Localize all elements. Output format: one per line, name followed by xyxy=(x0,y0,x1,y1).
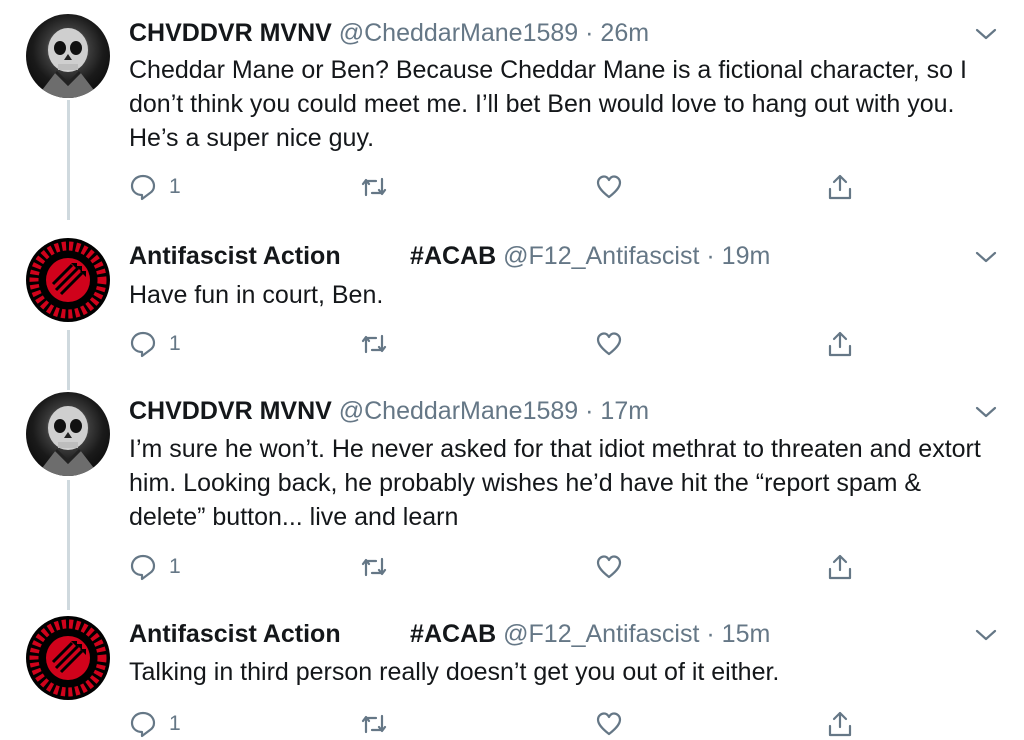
retweet-button[interactable] xyxy=(360,328,388,360)
display-name[interactable]: Antifascist Action #ACAB xyxy=(129,620,496,648)
separator: · xyxy=(585,397,594,425)
tweet-text: Cheddar Mane or Ben? Because Cheddar Man… xyxy=(129,56,967,152)
retweet-button[interactable] xyxy=(360,171,388,203)
tweet[interactable]: Antifascist Action #ACAB @F12_Antifascis… xyxy=(0,610,1024,738)
share-icon xyxy=(828,711,852,737)
timestamp[interactable]: 26m xyxy=(600,19,649,47)
reply-button[interactable]: 1 xyxy=(129,708,181,740)
tweet[interactable]: CHVDDVR MVNV @CheddarMane1589 · 26m Ched… xyxy=(0,0,1024,230)
chevron-down-icon[interactable] xyxy=(974,625,998,645)
tweet-text: Have fun in court, Ben. xyxy=(129,281,384,309)
like-button[interactable] xyxy=(595,551,623,583)
reply-icon xyxy=(130,711,156,738)
retweet-button[interactable] xyxy=(360,708,388,740)
reply-icon xyxy=(130,174,156,201)
separator: · xyxy=(706,620,715,648)
avatar[interactable] xyxy=(26,392,110,476)
like-button[interactable] xyxy=(595,328,623,360)
share-icon xyxy=(828,554,852,580)
share-button[interactable] xyxy=(826,328,854,360)
timestamp[interactable]: 15m xyxy=(722,620,771,648)
reply-icon xyxy=(130,331,156,358)
heart-icon xyxy=(596,175,622,199)
reply-count: 1 xyxy=(169,175,181,198)
user-handle[interactable]: @CheddarMane1589 xyxy=(339,397,578,425)
share-icon xyxy=(828,174,852,200)
like-button[interactable] xyxy=(595,171,623,203)
share-icon xyxy=(828,331,852,357)
user-handle[interactable]: @CheddarMane1589 xyxy=(339,19,578,47)
reply-button[interactable]: 1 xyxy=(129,328,181,360)
share-button[interactable] xyxy=(826,551,854,583)
tweet-text: I’m sure he won’t. He never asked for th… xyxy=(129,435,981,531)
tweet[interactable]: CHVDDVR MVNV @CheddarMane1589 · 17m I’m … xyxy=(0,380,1024,610)
reply-button[interactable]: 1 xyxy=(129,171,181,203)
separator: · xyxy=(706,242,715,270)
heart-icon xyxy=(596,332,622,356)
chevron-down-icon[interactable] xyxy=(974,24,998,44)
share-button[interactable] xyxy=(826,708,854,740)
separator: · xyxy=(585,19,594,47)
user-handle[interactable]: @F12_Antifascist xyxy=(503,620,699,648)
chevron-down-icon[interactable] xyxy=(974,402,998,422)
retweet-icon xyxy=(361,334,387,354)
skull-avatar-image xyxy=(36,406,100,476)
heart-icon xyxy=(596,712,622,736)
user-handle[interactable]: @F12_Antifascist xyxy=(503,242,699,270)
timestamp[interactable]: 19m xyxy=(722,242,771,270)
timestamp[interactable]: 17m xyxy=(600,397,649,425)
antifa-logo-avatar-image xyxy=(29,241,107,319)
tweet-header: CHVDDVR MVNV @CheddarMane1589 · 17m xyxy=(129,396,649,426)
tweet-header: Antifascist Action #ACAB @F12_Antifascis… xyxy=(129,241,770,271)
reply-icon xyxy=(130,554,156,581)
tweet-text: Talking in third person really doesn’t g… xyxy=(129,658,780,686)
reply-count: 1 xyxy=(169,555,181,578)
chevron-down-icon[interactable] xyxy=(974,247,998,267)
retweet-icon xyxy=(361,557,387,577)
display-name[interactable]: Antifascist Action #ACAB xyxy=(129,242,496,270)
skull-avatar-image xyxy=(36,28,100,98)
display-name[interactable]: CHVDDVR MVNV xyxy=(129,397,332,425)
tweet-header: CHVDDVR MVNV @CheddarMane1589 · 26m xyxy=(129,18,649,48)
avatar[interactable] xyxy=(26,14,110,98)
antifa-logo-avatar-image xyxy=(29,619,107,697)
reply-count: 1 xyxy=(169,712,181,735)
share-button[interactable] xyxy=(826,171,854,203)
retweet-icon xyxy=(361,177,387,197)
tweet[interactable]: Antifascist Action #ACAB @F12_Antifascis… xyxy=(0,230,1024,380)
tweet-header: Antifascist Action #ACAB @F12_Antifascis… xyxy=(129,619,770,649)
avatar[interactable] xyxy=(26,616,110,700)
reply-button[interactable]: 1 xyxy=(129,551,181,583)
avatar[interactable] xyxy=(26,238,110,322)
like-button[interactable] xyxy=(595,708,623,740)
display-name[interactable]: CHVDDVR MVNV xyxy=(129,19,332,47)
retweet-icon xyxy=(361,714,387,734)
retweet-button[interactable] xyxy=(360,551,388,583)
heart-icon xyxy=(596,555,622,579)
reply-count: 1 xyxy=(169,332,181,355)
